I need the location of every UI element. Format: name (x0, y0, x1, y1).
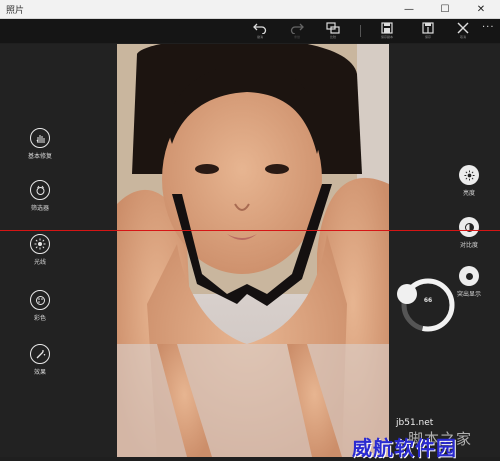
minimize-button[interactable]: — (396, 0, 422, 18)
brightness-icon (30, 234, 50, 254)
undo-button[interactable]: 撤消 (245, 19, 275, 43)
tool-color[interactable]: 彩色 (20, 290, 60, 322)
save-icon (422, 22, 434, 34)
cancel-button[interactable]: 取消 (448, 19, 478, 43)
tool-light[interactable]: 光线 (20, 234, 60, 266)
save-copy-label: 保存副本 (380, 35, 393, 39)
edit-categories-panel: 基本修复 筛选器 光线 彩色 效果 (0, 44, 117, 457)
save-copy-icon (381, 22, 393, 34)
option-brightness[interactable]: 亮度 (452, 165, 486, 197)
undo-icon (253, 23, 267, 34)
save-button[interactable]: 保存 (413, 19, 443, 43)
tool-effects[interactable]: 效果 (20, 344, 60, 376)
cancel-label: 取消 (459, 35, 466, 39)
close-icon: ✕ (476, 3, 486, 15)
maximize-button[interactable]: ☐ (432, 0, 458, 18)
adjustment-panel: 亮度 对比度 突出显示 66 (389, 44, 500, 457)
option-contrast[interactable]: 对比度 (452, 217, 486, 249)
tool-filters[interactable]: 筛选器 (20, 180, 60, 212)
tool-effects-label: 效果 (33, 369, 46, 376)
option-brightness-label: 亮度 (462, 190, 475, 197)
red-guide-line (0, 230, 500, 231)
tool-filters-label: 筛选器 (30, 205, 49, 212)
compare-button[interactable]: 比较 (318, 19, 348, 43)
undo-label: 撤消 (256, 35, 263, 39)
watermark: jb51.net 脚本之家 威航软件园 (338, 414, 500, 460)
option-contrast-label: 对比度 (459, 242, 478, 249)
photo-image (117, 44, 389, 457)
palette-icon (30, 290, 50, 310)
option-highlights[interactable]: 突出显示 (452, 266, 486, 298)
watermark-url: jb51.net (396, 418, 434, 428)
contrast-icon (459, 217, 479, 237)
redo-label: 重做 (293, 35, 300, 39)
dial-value: 66 (423, 297, 433, 304)
redo-button[interactable]: 重做 (282, 19, 312, 43)
cancel-icon (457, 22, 469, 34)
highlight-icon (459, 266, 479, 286)
brightness-icon (459, 165, 479, 185)
minimize-icon: — (404, 3, 414, 15)
edit-toolbar: 撤消 重做 比较 保存副本 保存 取消 ··· (0, 19, 500, 43)
redo-icon (290, 23, 304, 34)
compare-icon (326, 22, 340, 34)
option-highlights-label: 突出显示 (456, 291, 481, 298)
tool-light-label: 光线 (33, 259, 46, 266)
more-options-button[interactable]: ··· (482, 22, 495, 33)
tool-color-label: 彩色 (33, 315, 46, 322)
filter-icon (30, 180, 50, 200)
effects-icon (30, 344, 50, 364)
toolbar-divider (360, 25, 361, 37)
close-window-button[interactable]: ✕ (468, 0, 494, 18)
compare-label: 比较 (329, 35, 336, 39)
photo-canvas[interactable] (117, 44, 389, 457)
tool-basic-fix[interactable]: 基本修复 (20, 128, 60, 160)
maximize-icon: ☐ (440, 3, 450, 15)
save-copy-button[interactable]: 保存副本 (372, 19, 402, 43)
tool-basic-fix-label: 基本修复 (27, 153, 52, 160)
window-title: 照片 (6, 6, 25, 16)
title-bar: 照片 — ☐ ✕ (0, 0, 500, 19)
save-label: 保存 (424, 35, 431, 39)
hand-icon (30, 128, 50, 148)
